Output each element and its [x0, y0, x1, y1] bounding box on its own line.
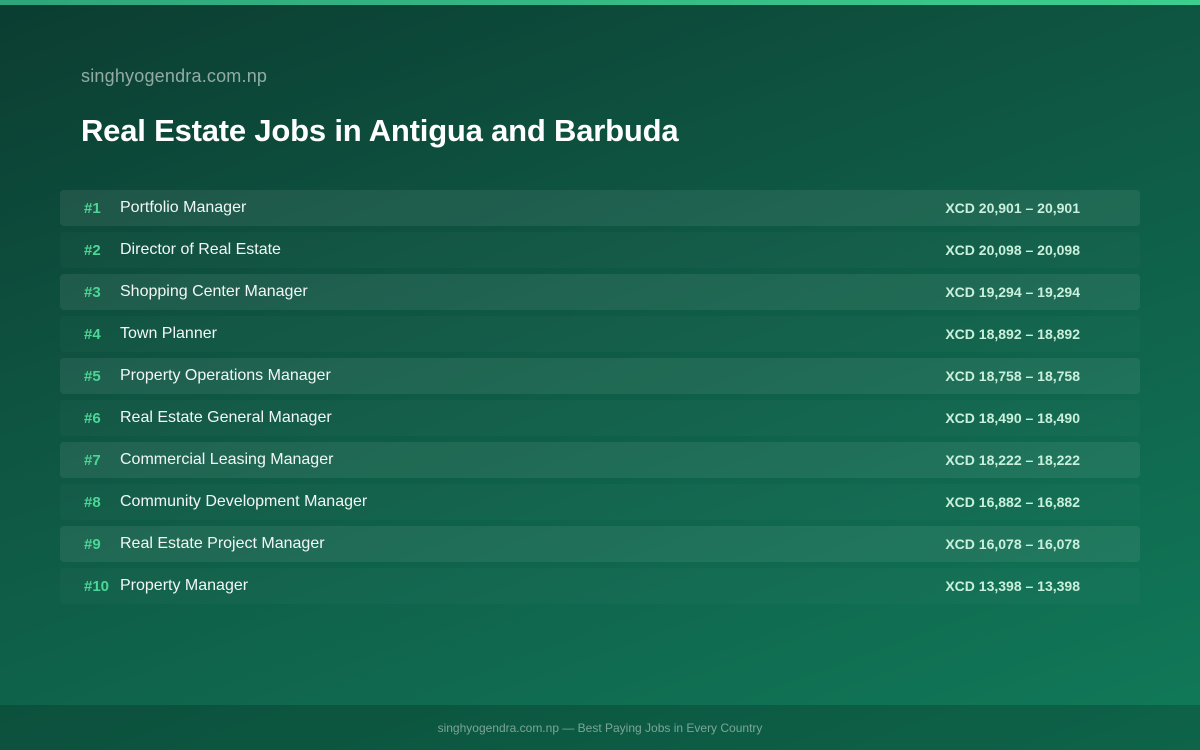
- list-item: #6 Real Estate General Manager XCD 18,49…: [60, 400, 1140, 436]
- job-salary: XCD 19,294 – 19,294: [945, 284, 1080, 300]
- job-salary: XCD 18,758 – 18,758: [945, 368, 1080, 384]
- job-rank: #8: [84, 493, 101, 511]
- job-title: Shopping Center Manager: [120, 283, 308, 300]
- job-rank: #7: [84, 451, 101, 469]
- list-item: #4 Town Planner XCD 18,892 – 18,892: [60, 316, 1140, 352]
- job-title: Community Development Manager: [120, 493, 368, 510]
- job-rank: #1: [84, 199, 101, 217]
- job-salary: XCD 16,078 – 16,078: [945, 536, 1080, 552]
- job-title: Commercial Leasing Manager: [120, 451, 334, 468]
- footer: singhyogendra.com.np — Best Paying Jobs …: [0, 705, 1200, 750]
- list-item: #2 Director of Real Estate XCD 20,098 – …: [60, 232, 1140, 268]
- job-salary: XCD 20,901 – 20,901: [945, 200, 1080, 216]
- job-rank: #9: [84, 535, 101, 553]
- job-title: Real Estate Project Manager: [120, 535, 325, 552]
- job-salary: XCD 18,490 – 18,490: [945, 410, 1080, 426]
- list-item: #5 Property Operations Manager XCD 18,75…: [60, 358, 1140, 394]
- job-list: #1 Portfolio Manager XCD 20,901 – 20,901…: [60, 190, 1140, 610]
- job-rank: #4: [84, 325, 101, 343]
- list-item: #1 Portfolio Manager XCD 20,901 – 20,901: [60, 190, 1140, 226]
- job-title: Portfolio Manager: [120, 199, 247, 216]
- job-salary: XCD 20,098 – 20,098: [945, 242, 1080, 258]
- job-title: Real Estate General Manager: [120, 409, 332, 426]
- job-title: Director of Real Estate: [120, 241, 281, 258]
- list-item: #10 Property Manager XCD 13,398 – 13,398: [60, 568, 1140, 604]
- job-title: Property Manager: [120, 577, 249, 594]
- job-title: Town Planner: [120, 325, 217, 342]
- footer-text: singhyogendra.com.np — Best Paying Jobs …: [437, 720, 763, 735]
- job-rank: #6: [84, 409, 101, 427]
- list-item: #3 Shopping Center Manager XCD 19,294 – …: [60, 274, 1140, 310]
- top-accent-bar: [0, 0, 1200, 5]
- job-salary: XCD 18,892 – 18,892: [945, 326, 1080, 342]
- page-title: Real Estate Jobs in Antigua and Barbuda: [81, 113, 679, 148]
- job-rank: #2: [84, 241, 101, 259]
- job-rank: #10: [84, 577, 110, 595]
- job-salary: XCD 13,398 – 13,398: [945, 578, 1080, 594]
- job-title: Property Operations Manager: [120, 367, 331, 384]
- job-rank: #5: [84, 367, 101, 385]
- site-name: singhyogendra.com.np: [81, 66, 268, 86]
- list-item: #9 Real Estate Project Manager XCD 16,07…: [60, 526, 1140, 562]
- list-item: #7 Commercial Leasing Manager XCD 18,222…: [60, 442, 1140, 478]
- job-salary: XCD 16,882 – 16,882: [945, 494, 1080, 510]
- job-rank: #3: [84, 283, 101, 301]
- job-salary: XCD 18,222 – 18,222: [945, 452, 1080, 468]
- list-item: #8 Community Development Manager XCD 16,…: [60, 484, 1140, 520]
